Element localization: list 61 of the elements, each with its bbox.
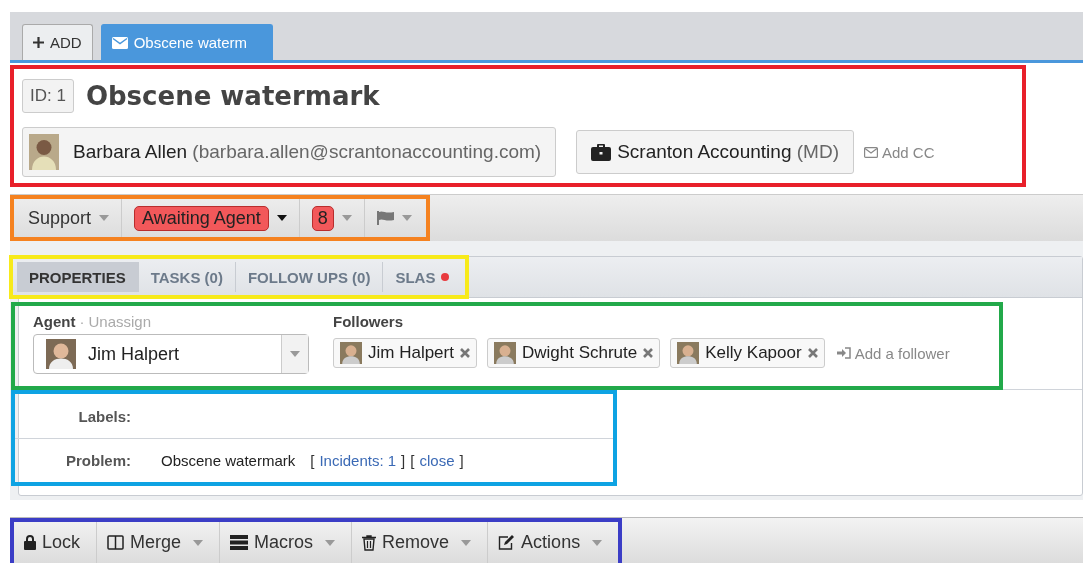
department-dropdown[interactable]: Support — [16, 199, 123, 238]
agent-select[interactable]: Jim Halpert — [33, 334, 309, 375]
field-link[interactable]: Incidents: 1 — [319, 452, 397, 469]
section-tab[interactable]: PROPERTIES — [17, 262, 139, 293]
follower-name: Kelly Kapoor — [705, 343, 802, 364]
bracket: ] — [401, 452, 406, 469]
field-link[interactable]: close — [419, 452, 455, 469]
ticket-tab[interactable]: ADD — [22, 24, 93, 61]
server-icon — [230, 535, 249, 550]
close-icon[interactable] — [807, 348, 818, 359]
requester-button[interactable]: Barbara Allen (barbara.allen@scrantonaccounting.com) — [22, 127, 557, 178]
follower-name: Dwight Schrute — [521, 343, 638, 364]
avatar-icon — [340, 342, 362, 365]
bracket: [ — [310, 452, 315, 469]
edit-icon — [498, 535, 516, 550]
section-tab[interactable]: TASKS (0) — [138, 262, 236, 293]
action-button[interactable]: Macros — [220, 522, 353, 563]
section-tab[interactable]: FOLLOW UPS (0) — [235, 262, 384, 293]
caret-icon — [193, 539, 204, 546]
caret-icon — [325, 539, 336, 546]
trash-icon — [362, 534, 377, 551]
followers-label: Followers — [333, 312, 403, 330]
add-follower-link[interactable]: Add a follower — [836, 344, 950, 362]
close-icon[interactable] — [643, 348, 654, 359]
avatar-icon — [493, 342, 516, 365]
envelope-icon — [863, 146, 878, 158]
organization-button[interactable]: Scranton Accounting (MD) — [576, 130, 854, 175]
columns-icon — [107, 535, 125, 550]
caret-icon — [290, 351, 300, 358]
follower-name: Jim Halpert — [368, 343, 454, 364]
briefcase-icon — [591, 143, 612, 161]
caret-icon — [461, 539, 472, 546]
caret-icon — [276, 215, 287, 222]
field-label: Problem: — [65, 452, 132, 469]
caret-icon — [341, 215, 352, 222]
field-label: Labels: — [77, 407, 132, 425]
ticket-id: ID: 1 — [22, 79, 74, 114]
action-button[interactable]: Remove — [352, 522, 489, 563]
action-button[interactable]: Lock — [14, 522, 98, 563]
avatar-icon — [29, 133, 59, 172]
close-icon[interactable] — [459, 348, 470, 359]
caret-icon — [592, 539, 603, 546]
status-dropdown[interactable]: Awaiting Agent — [134, 205, 269, 231]
action-button[interactable]: Actions — [488, 522, 619, 563]
flag-icon — [376, 211, 394, 226]
field-value: Obscene watermark — [161, 452, 296, 469]
plus-icon — [33, 37, 44, 49]
ticket-subject: Obscene watermark — [85, 81, 380, 112]
avatar-icon — [677, 342, 700, 365]
section-tab[interactable]: SLAS — [383, 262, 462, 293]
action-button[interactable]: Merge — [97, 522, 221, 563]
sign-in-icon — [836, 347, 851, 360]
urgency-dropdown[interactable]: 8 — [311, 205, 334, 231]
bracket: ] — [459, 452, 464, 469]
add-cc-link[interactable]: Add CC — [863, 143, 935, 161]
envelope-icon — [111, 36, 128, 49]
agent-label: Agent — [33, 312, 76, 330]
alert-dot — [441, 273, 450, 282]
bracket: [ — [410, 452, 415, 469]
lock-icon — [24, 535, 36, 550]
separator-dot: · — [79, 312, 85, 330]
